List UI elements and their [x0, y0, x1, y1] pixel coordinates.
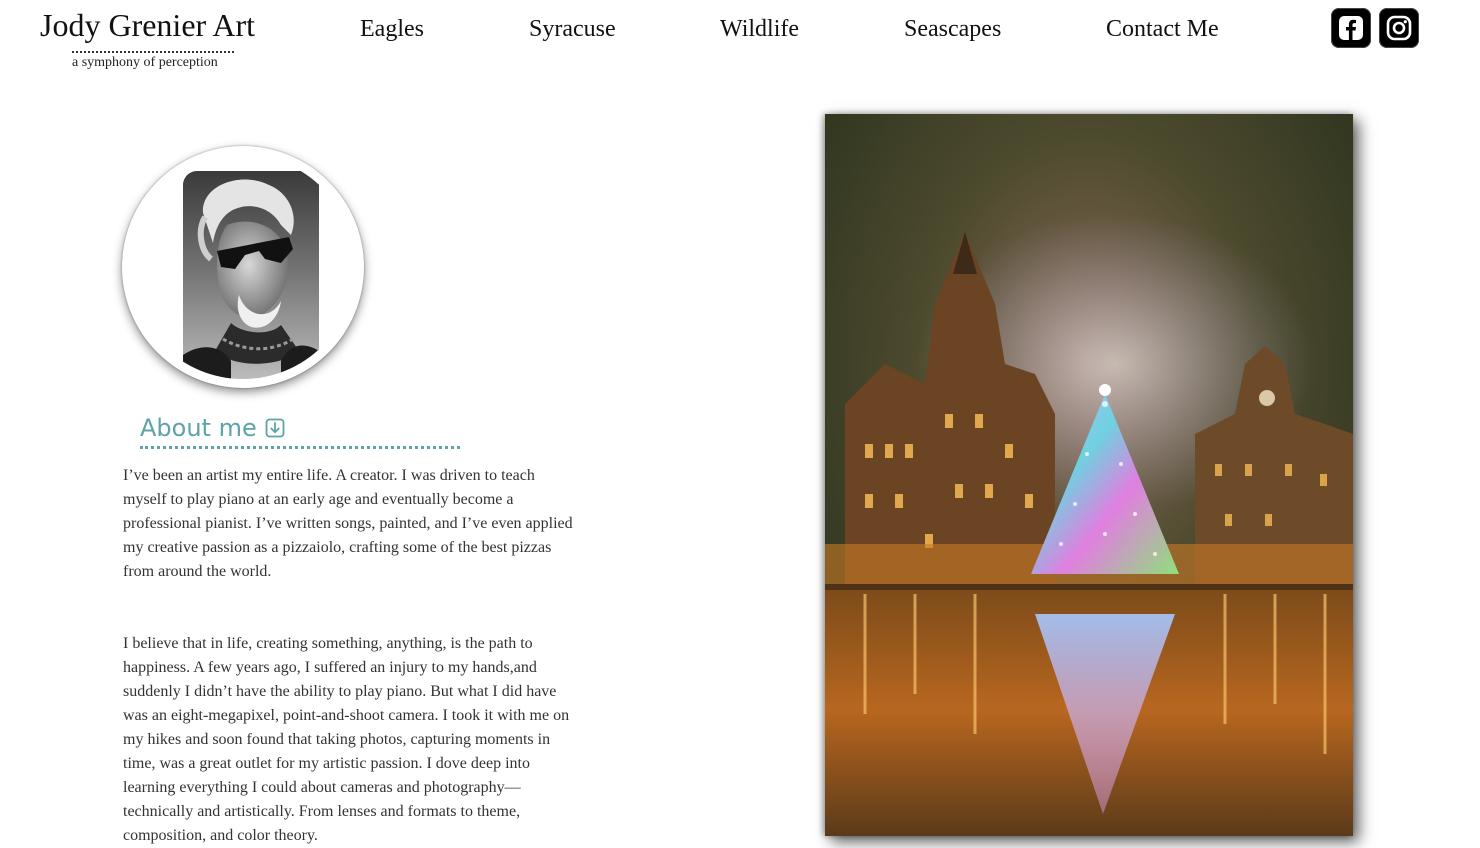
facebook-icon — [1339, 16, 1363, 40]
avatar-frame — [122, 146, 364, 388]
site-tagline: a symphony of perception — [72, 55, 218, 70]
about-heading-underline — [140, 446, 460, 449]
about-heading[interactable]: About me — [140, 410, 285, 446]
facebook-link[interactable] — [1331, 8, 1371, 48]
main-nav: Eagles Syracuse Wildlife Seascapes Conta… — [0, 12, 1480, 46]
bio-paragraph-1: I’ve been an artist my entire life. A cr… — [123, 467, 573, 580]
instagram-icon — [1386, 15, 1412, 41]
instagram-link[interactable] — [1379, 8, 1419, 48]
about-heading-text: About me — [140, 414, 257, 442]
nav-eagles[interactable]: Eagles — [360, 12, 424, 46]
title-underline — [72, 51, 234, 53]
nav-seascapes[interactable]: Seascapes — [904, 12, 1001, 46]
arrow-down-box-icon — [265, 418, 285, 438]
nav-syracuse[interactable]: Syracuse — [529, 12, 616, 46]
bio-paragraph-2: I believe that in life, creating somethi… — [123, 635, 570, 844]
avatar — [131, 155, 355, 379]
nav-contact-me[interactable]: Contact Me — [1106, 12, 1219, 46]
featured-photo — [825, 114, 1353, 836]
nav-wildlife[interactable]: Wildlife — [720, 12, 799, 46]
